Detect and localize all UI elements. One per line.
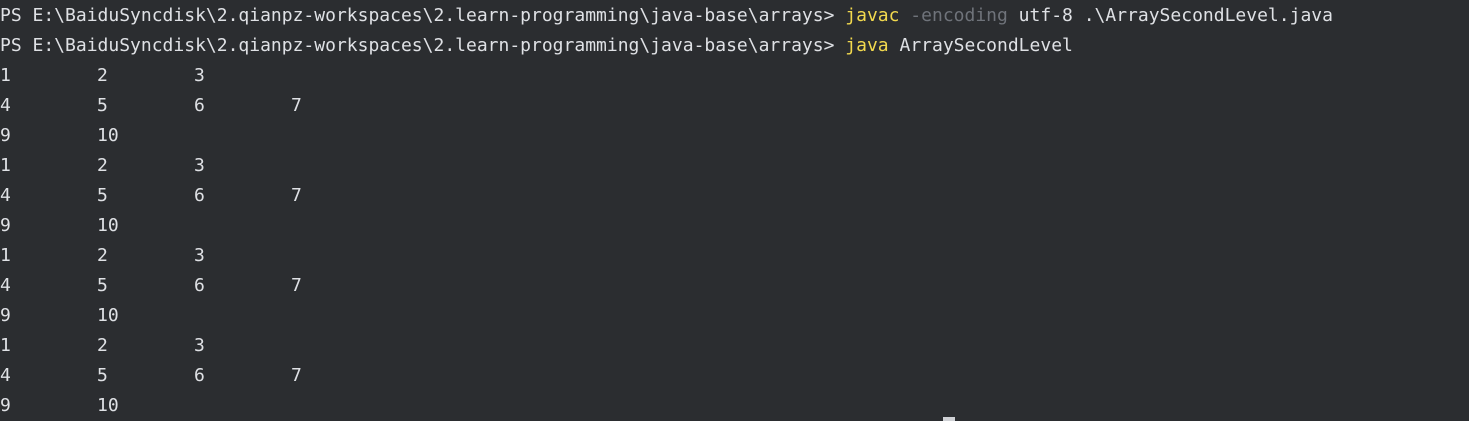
terminal-output[interactable]: PS E:\BaiduSyncdisk\2.qianpz-workspaces\…	[0, 0, 1469, 421]
output-cell: 4	[0, 95, 11, 116]
output-cell: 1	[0, 335, 11, 356]
command-line-2: PS E:\BaiduSyncdisk\2.qianpz-workspaces\…	[0, 31, 1469, 61]
output-cell: 5	[97, 365, 108, 386]
output-cell: 3	[194, 335, 205, 356]
output-cell: 5	[97, 95, 108, 116]
output-cell: 9	[0, 125, 11, 146]
output-cell: 10	[97, 215, 119, 236]
command-name: java	[845, 35, 889, 56]
output-cell: 7	[291, 365, 302, 386]
text-cursor	[943, 417, 955, 421]
output-cell: 4	[0, 365, 11, 386]
output-cell: 2	[97, 245, 108, 266]
output-row: 9 10	[0, 211, 1469, 241]
output-row: 9 10	[0, 391, 1469, 421]
output-cell: 9	[0, 305, 11, 326]
program-output: 1 2 3 4 5 6 7 9 10 1 2 3 4 5 6 7 9 10 1 2 3 4 5 6 7 9 10 1 2 3 4 5 6 7 9 10	[0, 61, 1469, 421]
output-cell: 9	[0, 395, 11, 416]
output-cell: 7	[291, 185, 302, 206]
output-row: 1 2 3	[0, 151, 1469, 181]
prompt: PS E:\BaiduSyncdisk\2.qianpz-workspaces\…	[0, 35, 846, 56]
output-row: 4 5 6 7	[0, 361, 1469, 391]
output-row: 1 2 3	[0, 241, 1469, 271]
command-flag: -encoding	[899, 5, 1008, 26]
output-cell: 3	[194, 245, 205, 266]
output-cell: 6	[194, 275, 205, 296]
output-cell: 3	[194, 65, 205, 86]
command-args: utf-8 .\ArraySecondLevel.java	[1007, 5, 1333, 26]
output-cell: 2	[97, 335, 108, 356]
output-cell: 7	[291, 95, 302, 116]
output-cell: 6	[194, 185, 205, 206]
output-row: 9 10	[0, 301, 1469, 331]
output-cell: 9	[0, 215, 11, 236]
prompt: PS E:\BaiduSyncdisk\2.qianpz-workspaces\…	[0, 5, 846, 26]
output-cell: 1	[0, 155, 11, 176]
output-cell: 6	[194, 365, 205, 386]
output-cell: 2	[97, 65, 108, 86]
output-cell: 6	[194, 95, 205, 116]
output-cell: 10	[97, 125, 119, 146]
output-cell: 10	[97, 395, 119, 416]
output-cell: 2	[97, 155, 108, 176]
output-cell: 3	[194, 155, 205, 176]
output-row: 9 10	[0, 121, 1469, 151]
output-cell: 10	[97, 305, 119, 326]
output-cell: 5	[97, 275, 108, 296]
output-row: 4 5 6 7	[0, 181, 1469, 211]
output-cell: 1	[0, 65, 11, 86]
output-cell: 7	[291, 275, 302, 296]
output-row: 4 5 6 7	[0, 91, 1469, 121]
output-cell: 5	[97, 185, 108, 206]
command-line-1: PS E:\BaiduSyncdisk\2.qianpz-workspaces\…	[0, 1, 1469, 31]
output-row: 1 2 3	[0, 331, 1469, 361]
command-name: javac	[845, 5, 900, 26]
output-cell: 1	[0, 245, 11, 266]
command-args: ArraySecondLevel	[888, 35, 1073, 56]
output-cell: 4	[0, 185, 11, 206]
output-row: 4 5 6 7	[0, 271, 1469, 301]
output-row: 1 2 3	[0, 61, 1469, 91]
output-cell: 4	[0, 275, 11, 296]
